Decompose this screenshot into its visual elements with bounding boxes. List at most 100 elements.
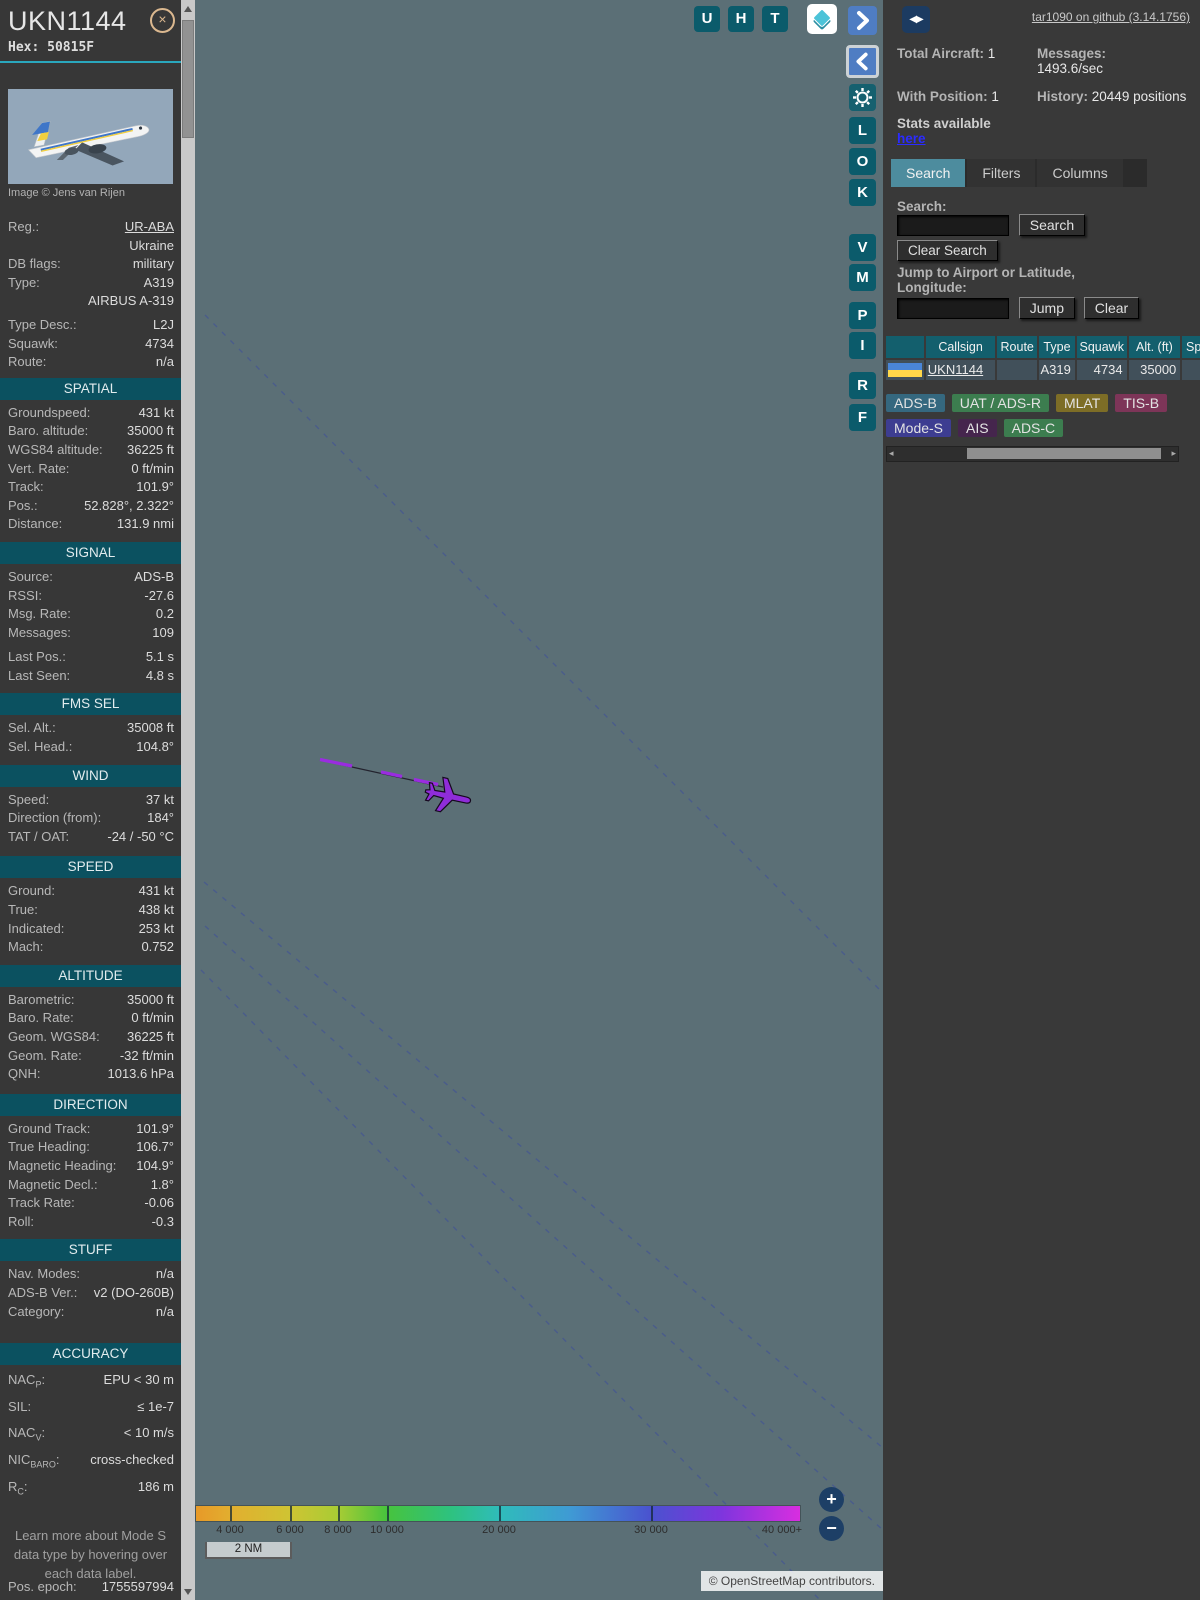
data-row: Roll: -0.3	[8, 1213, 174, 1229]
scale-label: 4 000	[216, 1524, 244, 1536]
data-row: Magnetic Heading: 104.9°	[8, 1157, 174, 1173]
map-button-l[interactable]: L	[849, 117, 876, 144]
with-position: With Position: 1	[897, 89, 999, 104]
section-direction: DIRECTION Ground Track: 101.9° True Headi…	[0, 1093, 181, 1232]
map-button-t[interactable]: T	[762, 6, 788, 32]
scroll-down-icon[interactable]	[184, 1589, 192, 1595]
aircraft-icon[interactable]	[422, 774, 474, 817]
col-route[interactable]: Route	[997, 336, 1038, 358]
tab-columns[interactable]: Columns	[1037, 159, 1123, 187]
jump-clear-button[interactable]: Clear	[1083, 297, 1140, 319]
badge-adsc[interactable]: ADS-C	[1003, 419, 1064, 437]
tab-filters[interactable]: Filters	[967, 159, 1036, 187]
data-row: Last Seen: 4.8 s	[8, 667, 174, 683]
layers-icon	[813, 9, 831, 30]
sidebar-header: UKN1144 Hex: 50815F ×	[0, 0, 181, 55]
airspace-boundary-lines	[200, 314, 883, 1600]
tab-search[interactable]: Search	[891, 159, 966, 187]
data-row: Track: 101.9°	[8, 479, 174, 495]
expand-right-button[interactable]	[848, 6, 877, 35]
map-button-v[interactable]: V	[849, 234, 876, 261]
map-button-m[interactable]: M	[849, 264, 876, 291]
table-horizontal-scrollbar[interactable]: ◂ ▸	[886, 446, 1179, 462]
callsign-link[interactable]: UKN1144	[926, 362, 983, 377]
route-cell	[997, 360, 1038, 380]
chevron-right-icon	[857, 11, 869, 30]
github-link[interactable]: tar1090 on github (3.14.1756)	[1032, 10, 1190, 24]
scrollbar-thumb[interactable]	[967, 448, 1161, 459]
data-row: Ground: 431 kt	[8, 883, 174, 899]
map[interactable]: U H T L O K V M P I R F + − 4 000 6 000 …	[195, 0, 883, 1600]
type-cell: A319	[1039, 360, 1075, 380]
section-altitude: ALTITUDE Barometric: 35000 ft Baro. Rate:…	[0, 964, 181, 1084]
alt-cell: 35000	[1128, 360, 1181, 380]
map-button-k[interactable]: K	[849, 179, 876, 206]
table-row[interactable]: UKN1144 A319 4734 35000	[886, 360, 1200, 380]
data-row: Speed: 37 kt	[8, 791, 174, 807]
col-flag[interactable]	[886, 336, 924, 358]
scale-tick	[229, 1506, 232, 1521]
panel-width-toggle[interactable]: ◀▶	[902, 6, 930, 33]
jump-input[interactable]	[897, 298, 1009, 319]
scroll-up-icon[interactable]	[184, 6, 192, 12]
jump-button[interactable]: Jump	[1018, 297, 1075, 319]
data-row: QNH: 1013.6 hPa	[8, 1066, 174, 1082]
badge-mlat[interactable]: MLAT	[1055, 394, 1109, 412]
callsign-cell: UKN1144	[925, 360, 996, 380]
section-header: SPATIAL	[0, 377, 181, 400]
scale-label: 6 000	[276, 1524, 304, 1536]
badge-uat-adsr[interactable]: UAT / ADS-R	[951, 394, 1049, 412]
scrollbar-thumb[interactable]	[182, 20, 194, 138]
sidebar-scrollbar[interactable]	[181, 0, 195, 1600]
layers-button[interactable]	[807, 4, 837, 34]
section-accuracy: ACCURACY NACP: EPU < 30 m SIL: ≤ 1e-7 NACV…	[0, 1343, 181, 1502]
badge-tisb[interactable]: TIS-B	[1115, 394, 1168, 412]
map-attribution[interactable]: © OpenStreetMap contributors.	[700, 1571, 883, 1591]
col-squawk[interactable]: Squawk	[1076, 336, 1127, 358]
map-button-p[interactable]: P	[849, 302, 876, 329]
map-button-f[interactable]: F	[849, 404, 876, 431]
data-row: RSSI: -27.6	[8, 587, 174, 603]
settings-button[interactable]	[849, 84, 876, 111]
badge-ais[interactable]: AIS	[958, 419, 997, 437]
data-row: Baro. Rate: 0 ft/min	[8, 1010, 174, 1026]
section-header: WIND	[0, 764, 181, 787]
data-row: AIRBUS A-319	[88, 293, 174, 309]
data-row: Last Pos.: 5.1 s	[8, 649, 174, 665]
zoom-in-button[interactable]: +	[819, 1487, 844, 1512]
col-speed[interactable]: Speed	[1182, 336, 1200, 358]
data-row: Sel. Alt.: 35008 ft	[8, 720, 174, 736]
pos-epoch-row: Pos. epoch: 1755597994	[8, 1579, 174, 1595]
aircraft-photo[interactable]	[8, 89, 173, 184]
scale-label: 10 000	[370, 1524, 404, 1536]
col-callsign[interactable]: Callsign	[925, 336, 996, 358]
section-header: SIGNAL	[0, 541, 181, 564]
clear-search-button[interactable]: Clear Search	[897, 240, 998, 261]
badge-adsb[interactable]: ADS-B	[886, 394, 945, 412]
collapse-left-button[interactable]	[846, 45, 879, 78]
data-row: Barometric: 35000 ft	[8, 991, 174, 1007]
close-icon[interactable]: ×	[150, 8, 175, 33]
col-type[interactable]: Type	[1039, 336, 1075, 358]
data-row: Reg.: UR-ABA	[8, 219, 174, 234]
stats-here-link[interactable]: here	[897, 131, 926, 146]
section-header: FMS SEL	[0, 693, 181, 716]
search-button[interactable]: Search	[1018, 214, 1086, 236]
scroll-left-icon[interactable]: ◂	[889, 447, 894, 460]
data-row: DB flags: military	[8, 256, 174, 272]
data-row: Vert. Rate: 0 ft/min	[8, 460, 174, 476]
hex-label: Hex:	[8, 40, 40, 55]
source-type-badges: ADS-B UAT / ADS-R MLAT TIS-B Mode-S AIS ADS-C	[886, 394, 1186, 444]
map-button-u[interactable]: U	[694, 6, 720, 32]
badge-modes[interactable]: Mode-S	[886, 419, 952, 437]
scroll-right-icon[interactable]: ▸	[1171, 447, 1176, 460]
zoom-out-button[interactable]: −	[819, 1516, 844, 1541]
map-button-h[interactable]: H	[728, 6, 754, 32]
search-input[interactable]	[897, 215, 1009, 236]
registration-link[interactable]: UR-ABA	[125, 219, 174, 234]
map-button-r[interactable]: R	[849, 372, 876, 399]
total-aircraft: Total Aircraft: 1	[897, 46, 996, 61]
col-alt[interactable]: Alt. (ft)	[1128, 336, 1181, 358]
map-button-o[interactable]: O	[849, 148, 876, 175]
map-button-i[interactable]: I	[849, 332, 876, 359]
